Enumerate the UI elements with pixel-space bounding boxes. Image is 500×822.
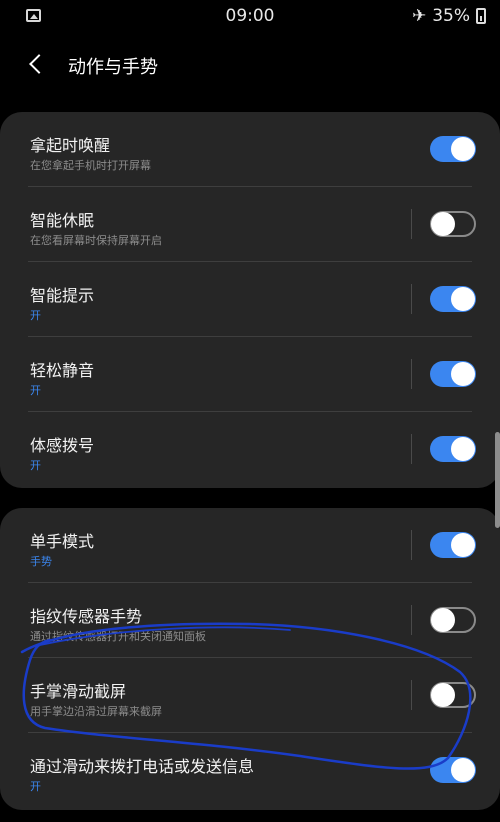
setting-title: 智能提示 bbox=[30, 286, 95, 305]
airplane-icon: ✈ bbox=[411, 6, 427, 26]
setting-title: 轻松静音 bbox=[30, 361, 95, 380]
toggle-knob bbox=[431, 212, 455, 236]
scrollbar[interactable] bbox=[495, 432, 500, 528]
setting-row-direct-call[interactable]: 体感拨号 开 bbox=[28, 412, 476, 487]
setting-subtitle: 通过指纹传感器打开和关闭通知面板 bbox=[30, 630, 206, 643]
divider bbox=[411, 209, 412, 239]
divider bbox=[411, 359, 412, 389]
toggle-switch[interactable] bbox=[430, 532, 476, 558]
divider bbox=[411, 434, 412, 464]
setting-subtitle: 在您拿起手机时打开屏幕 bbox=[30, 159, 151, 172]
setting-subtitle: 用手掌边沿滑过屏幕来截屏 bbox=[30, 705, 162, 718]
toggle-knob bbox=[451, 287, 475, 311]
app-header: 动作与手势 bbox=[0, 42, 500, 88]
setting-row-easy-mute[interactable]: 轻松静音 开 bbox=[28, 337, 476, 412]
toggle-switch[interactable] bbox=[430, 682, 476, 708]
setting-subtitle: 在您看屏幕时保持屏幕开启 bbox=[30, 234, 162, 247]
divider bbox=[411, 284, 412, 314]
divider bbox=[411, 680, 412, 710]
chevron-left-icon[interactable] bbox=[22, 50, 52, 80]
status-bar: 09:00 ✈ 35% bbox=[0, 0, 500, 32]
setting-row-swipe-to-call[interactable]: 通过滑动来拨打电话或发送信息 开 bbox=[28, 733, 476, 808]
settings-card: 单手模式 手势 指纹传感器手势 通过指纹传感器打开和关闭通知面板 手掌滑动截屏 … bbox=[0, 508, 500, 810]
setting-title: 单手模式 bbox=[30, 532, 95, 551]
setting-title: 指纹传感器手势 bbox=[30, 607, 143, 626]
setting-subtitle: 开 bbox=[30, 459, 41, 472]
toggle-switch[interactable] bbox=[430, 757, 476, 783]
page-title: 动作与手势 bbox=[68, 57, 158, 78]
setting-row-smart-alert[interactable]: 智能提示 开 bbox=[28, 262, 476, 337]
setting-subtitle: 开 bbox=[30, 780, 41, 793]
toggle-switch[interactable] bbox=[430, 136, 476, 162]
battery-icon bbox=[476, 8, 486, 24]
toggle-knob bbox=[451, 362, 475, 386]
toggle-switch[interactable] bbox=[430, 361, 476, 387]
setting-title: 拿起时唤醒 bbox=[30, 136, 111, 155]
setting-row-fingerprint-gestures[interactable]: 指纹传感器手势 通过指纹传感器打开和关闭通知面板 bbox=[28, 583, 476, 658]
setting-row-smart-stay[interactable]: 智能休眠 在您看屏幕时保持屏幕开启 bbox=[28, 187, 476, 262]
toggle-knob bbox=[451, 437, 475, 461]
toggle-knob bbox=[451, 533, 475, 557]
toggle-knob bbox=[431, 608, 455, 632]
settings-card: 拿起时唤醒 在您拿起手机时打开屏幕 智能休眠 在您看屏幕时保持屏幕开启 智能提示… bbox=[0, 112, 500, 488]
setting-title: 体感拨号 bbox=[30, 436, 95, 455]
setting-subtitle: 开 bbox=[30, 384, 41, 397]
battery-percentage: 35% bbox=[432, 6, 470, 26]
toggle-switch[interactable] bbox=[430, 286, 476, 312]
setting-row-one-handed-mode[interactable]: 单手模式 手势 bbox=[28, 508, 476, 583]
toggle-switch[interactable] bbox=[430, 211, 476, 237]
toggle-knob bbox=[431, 683, 455, 707]
toggle-knob bbox=[451, 137, 475, 161]
toggle-switch[interactable] bbox=[430, 436, 476, 462]
setting-subtitle: 开 bbox=[30, 309, 41, 322]
divider bbox=[411, 530, 412, 560]
toggle-knob bbox=[451, 758, 475, 782]
setting-subtitle: 手势 bbox=[30, 555, 52, 568]
setting-title: 智能休眠 bbox=[30, 211, 95, 230]
divider bbox=[411, 605, 412, 635]
setting-row-palm-swipe-capture[interactable]: 手掌滑动截屏 用手掌边沿滑过屏幕来截屏 bbox=[28, 658, 476, 733]
setting-title: 通过滑动来拨打电话或发送信息 bbox=[30, 757, 255, 776]
setting-row-lift-to-wake[interactable]: 拿起时唤醒 在您拿起手机时打开屏幕 bbox=[28, 112, 476, 187]
setting-title: 手掌滑动截屏 bbox=[30, 682, 127, 701]
toggle-switch[interactable] bbox=[430, 607, 476, 633]
